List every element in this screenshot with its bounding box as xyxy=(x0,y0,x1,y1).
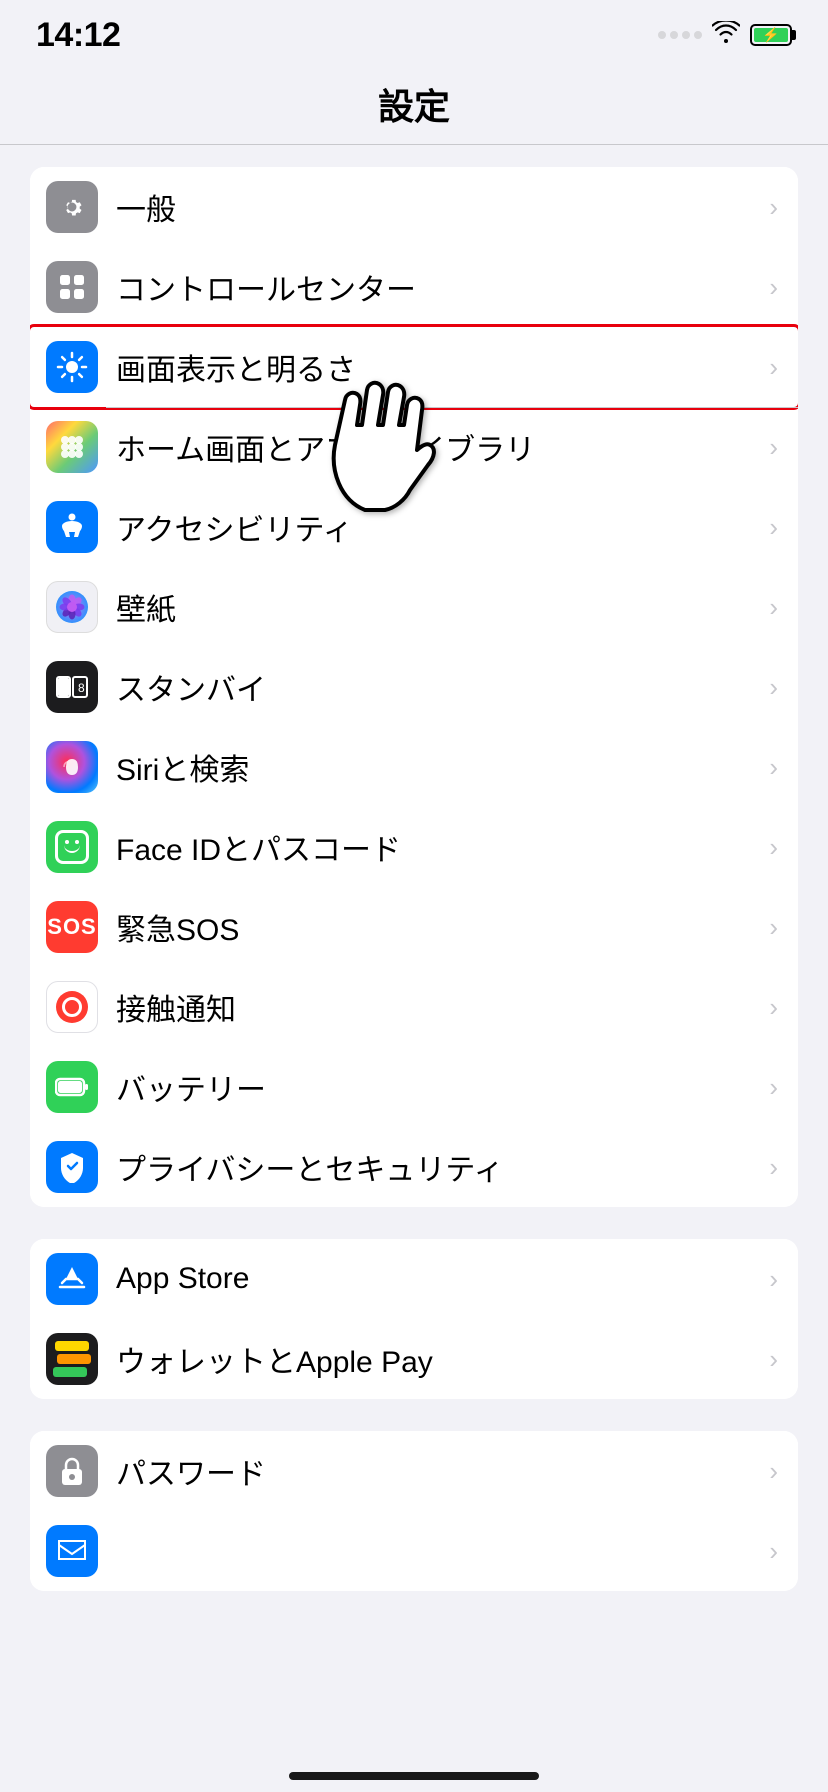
standby-chevron: › xyxy=(769,672,778,703)
signal-icon xyxy=(658,31,702,39)
standby-label: スタンバイ xyxy=(116,665,761,709)
status-icons: ⚡ xyxy=(658,21,792,49)
privacy-label: プライバシーとセキュリティ xyxy=(116,1145,761,1189)
wallpaper-label: 壁紙 xyxy=(116,585,761,629)
page-title: 設定 xyxy=(0,78,828,130)
contact-tracing-label: 接触通知 xyxy=(116,985,761,1029)
status-time: 14:12 xyxy=(36,16,120,55)
wifi-icon xyxy=(712,21,740,49)
display-chevron: › xyxy=(769,352,778,383)
passwords-icon xyxy=(46,1445,98,1497)
general-chevron: › xyxy=(769,192,778,223)
wallet-chevron: › xyxy=(769,1344,778,1375)
settings-row-siri[interactable]: Siriと検索 › xyxy=(30,727,798,807)
battery-settings-icon xyxy=(46,1061,98,1113)
settings-row-faceid[interactable]: Face IDとパスコード › xyxy=(30,807,798,887)
passwords-chevron: › xyxy=(769,1456,778,1487)
appstore-chevron: › xyxy=(769,1264,778,1295)
settings-row-general[interactable]: 一般 › xyxy=(30,167,798,247)
settings-row-wallet[interactable]: ウォレットとApple Pay › xyxy=(30,1319,798,1399)
sos-label: 緊急SOS xyxy=(116,905,761,949)
wallpaper-chevron: › xyxy=(769,592,778,623)
control-center-label: コントロールセンター xyxy=(116,265,761,309)
wallet-label: ウォレットとApple Pay xyxy=(116,1337,761,1381)
standby-icon: 8 xyxy=(46,661,98,713)
display-icon xyxy=(46,341,98,393)
home-screen-label: ホーム画面とアプリライブラリ xyxy=(116,425,761,469)
settings-row-bottom[interactable]: › xyxy=(30,1511,798,1591)
home-screen-chevron: › xyxy=(769,432,778,463)
status-bar: 14:12 ⚡ xyxy=(0,0,828,60)
settings-row-appstore[interactable]: App Store › xyxy=(30,1239,798,1319)
settings-section-2: App Store › ウォレットとApple Pay › xyxy=(30,1239,798,1399)
siri-icon xyxy=(46,741,98,793)
general-icon xyxy=(46,181,98,233)
siri-chevron: › xyxy=(769,752,778,783)
contact-tracing-icon xyxy=(46,981,98,1033)
settings-row-passwords[interactable]: パスワード › xyxy=(30,1431,798,1511)
accessibility-chevron: › xyxy=(769,512,778,543)
page-title-bar: 設定 xyxy=(0,60,828,145)
privacy-icon xyxy=(46,1141,98,1193)
bottom-chevron: › xyxy=(769,1536,778,1567)
home-indicator xyxy=(289,1772,539,1780)
battery-chevron: › xyxy=(769,1072,778,1103)
siri-label: Siriと検索 xyxy=(116,745,761,789)
faceid-chevron: › xyxy=(769,832,778,863)
privacy-chevron: › xyxy=(769,1152,778,1183)
settings-row-home-screen[interactable]: ホーム画面とアプリライブラリ › xyxy=(30,407,798,487)
bottom-icon xyxy=(46,1525,98,1577)
faceid-label: Face IDとパスコード xyxy=(116,825,761,869)
control-center-chevron: › xyxy=(769,272,778,303)
control-center-icon xyxy=(46,261,98,313)
settings-row-standby[interactable]: 8 スタンバイ › xyxy=(30,647,798,727)
settings-row-control-center[interactable]: コントロールセンター › xyxy=(30,247,798,327)
battery-label: バッテリー xyxy=(116,1065,761,1109)
appstore-icon xyxy=(46,1253,98,1305)
svg-text:8: 8 xyxy=(78,681,85,695)
sos-chevron: › xyxy=(769,912,778,943)
accessibility-icon xyxy=(46,501,98,553)
appstore-label: App Store xyxy=(116,1262,761,1296)
passwords-label: パスワード xyxy=(116,1449,761,1493)
contact-tracing-chevron: › xyxy=(769,992,778,1023)
settings-row-sos[interactable]: SOS 緊急SOS › xyxy=(30,887,798,967)
display-label: 画面表示と明るさ xyxy=(116,345,761,389)
settings-row-battery[interactable]: バッテリー › xyxy=(30,1047,798,1127)
faceid-icon xyxy=(46,821,98,873)
accessibility-label: アクセシビリティ xyxy=(116,505,761,549)
general-label: 一般 xyxy=(116,185,761,229)
settings-section-3: パスワード › › xyxy=(30,1431,798,1591)
sos-icon: SOS xyxy=(46,901,98,953)
battery-icon: ⚡ xyxy=(750,24,792,46)
settings-row-display[interactable]: 画面表示と明るさ › xyxy=(30,327,798,407)
wallpaper-icon xyxy=(46,581,98,633)
home-screen-icon xyxy=(46,421,98,473)
wallet-icon xyxy=(46,1333,98,1385)
settings-section-1: 一般 › コントロールセンター › xyxy=(30,167,798,1207)
settings-row-contact-tracing[interactable]: 接触通知 › xyxy=(30,967,798,1047)
settings-row-privacy[interactable]: プライバシーとセキュリティ › xyxy=(30,1127,798,1207)
settings-row-wallpaper[interactable]: 壁紙 › xyxy=(30,567,798,647)
settings-row-accessibility[interactable]: アクセシビリティ › xyxy=(30,487,798,567)
